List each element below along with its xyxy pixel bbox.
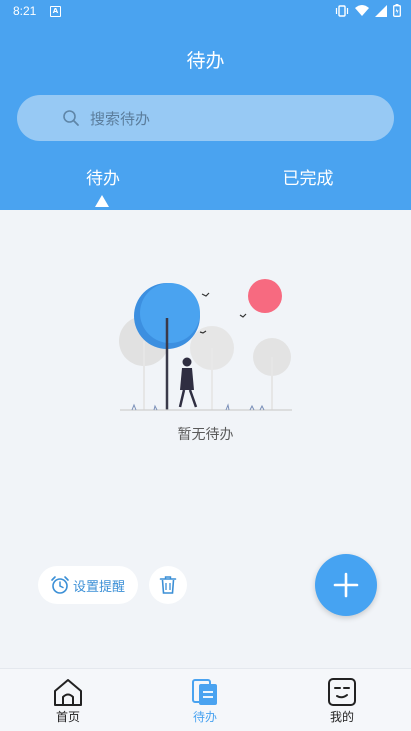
delete-button[interactable] (149, 566, 187, 604)
bottom-tab-bar: 首页 待办 我的 (0, 668, 411, 731)
add-todo-button[interactable] (315, 554, 377, 616)
empty-state-text: 暂无待办 (177, 427, 234, 443)
header: 8:21 A 待办 搜索待办 待办 已完成 (0, 0, 411, 210)
notification-icon: A (50, 6, 61, 17)
trash-icon (159, 576, 177, 594)
tabbar-item-todo[interactable]: 待办 (165, 677, 245, 725)
search-input[interactable]: 搜索待办 (17, 95, 394, 141)
profile-face-icon (328, 678, 356, 706)
tabbar-label-mine: 我的 (329, 710, 354, 724)
tabbar-label-todo: 待办 (192, 710, 217, 724)
vibrate-icon (335, 4, 349, 17)
plus-icon (333, 572, 359, 598)
status-bar: 8:21 A (0, 0, 411, 24)
set-reminder-label: 设置提醒 (73, 579, 126, 595)
wifi-icon (355, 4, 369, 16)
status-icons (335, 4, 401, 17)
empty-state-illustration (119, 279, 292, 411)
set-reminder-button[interactable]: 设置提醒 (38, 566, 138, 604)
page-title: 待办 (186, 50, 225, 72)
battery-icon (393, 4, 401, 17)
todo-list-icon (192, 679, 217, 705)
active-tab-indicator (95, 195, 109, 207)
tab-completed[interactable]: 已完成 (248, 164, 368, 189)
tab-todo[interactable]: 待办 (43, 164, 163, 189)
search-icon (63, 110, 79, 126)
tabbar-label-home: 首页 (55, 710, 80, 724)
tabbar-item-home[interactable]: 首页 (28, 677, 108, 725)
signal-icon (375, 4, 387, 17)
alarm-clock-icon (51, 576, 69, 594)
tabbar-item-mine[interactable]: 我的 (302, 677, 382, 725)
status-time: 8:21 (13, 4, 37, 18)
search-placeholder: 搜索待办 (90, 110, 151, 128)
home-icon (54, 679, 82, 706)
